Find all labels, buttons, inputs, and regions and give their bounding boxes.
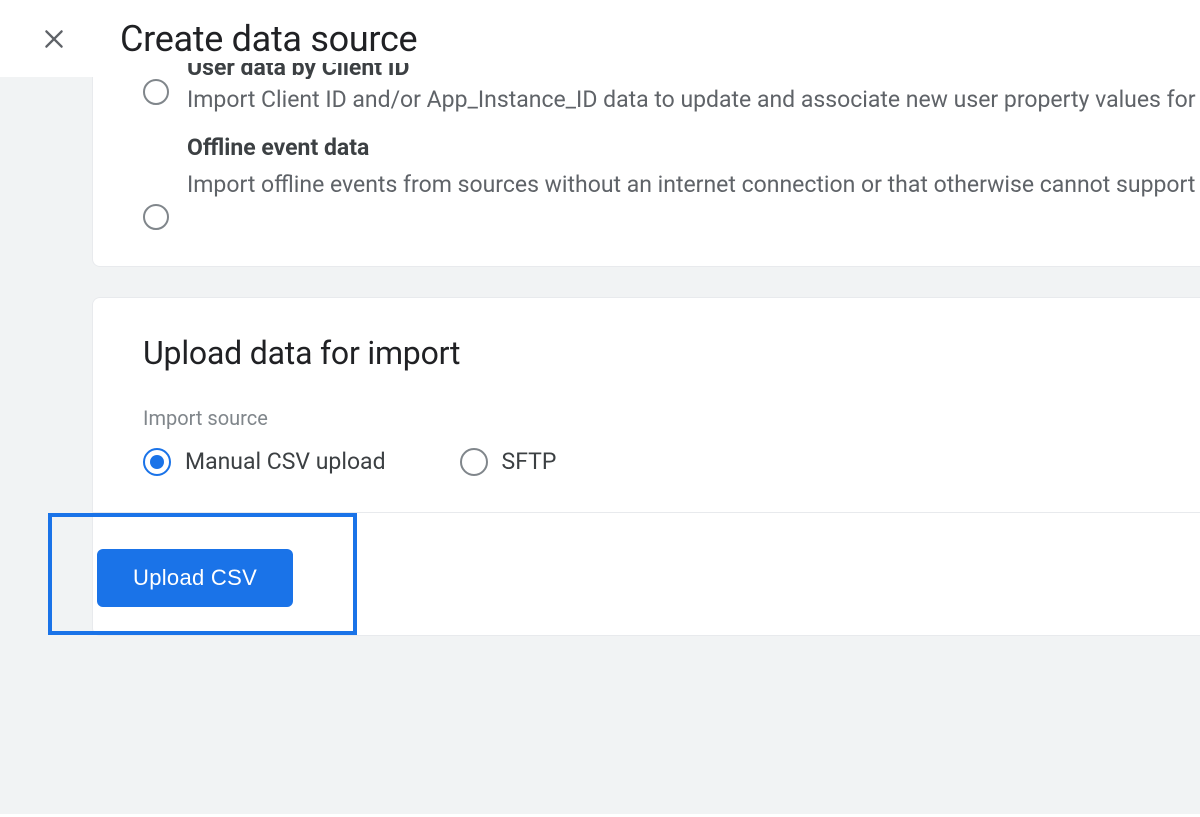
option-title: Offline event data xyxy=(187,132,1200,164)
upload-csv-button[interactable]: Upload CSV xyxy=(97,549,293,607)
page-title: Create data source xyxy=(120,18,417,60)
data-type-option-user-data[interactable]: User data by Client ID Import Client ID … xyxy=(143,77,1200,118)
import-source-sftp[interactable]: SFTP xyxy=(460,448,557,476)
option-text-block: Offline event data Import offline events… xyxy=(187,132,1200,203)
import-source-manual-csv[interactable]: Manual CSV upload xyxy=(143,448,386,476)
radio-selected-icon xyxy=(143,448,171,476)
radio-unselected-icon[interactable] xyxy=(143,79,169,105)
radio-label: Manual CSV upload xyxy=(185,448,386,475)
card-divider: Upload CSV xyxy=(93,512,1200,635)
radio-unselected-icon[interactable] xyxy=(143,204,169,230)
import-source-label: Import source xyxy=(143,406,1200,430)
highlight-annotation: Upload CSV xyxy=(48,513,357,635)
option-text-block: User data by Client ID Import Client ID … xyxy=(187,77,1200,118)
close-icon[interactable] xyxy=(40,25,68,53)
option-description: Import Client ID and/or App_Instance_ID … xyxy=(187,83,1200,118)
radio-unselected-icon xyxy=(460,448,488,476)
radio-label: SFTP xyxy=(502,448,557,475)
data-type-card: User data by Client ID Import Client ID … xyxy=(92,77,1200,267)
section-title: Upload data for import xyxy=(143,334,1200,372)
import-source-options: Manual CSV upload SFTP xyxy=(143,448,1200,512)
upload-card: Upload data for import Import source Man… xyxy=(92,297,1200,636)
option-description: Import offline events from sources witho… xyxy=(187,168,1200,203)
option-title: User data by Client ID xyxy=(187,63,1200,79)
data-type-option-offline-event[interactable]: Offline event data Import offline events… xyxy=(143,132,1200,230)
content-area: User data by Client ID Import Client ID … xyxy=(0,77,1200,814)
